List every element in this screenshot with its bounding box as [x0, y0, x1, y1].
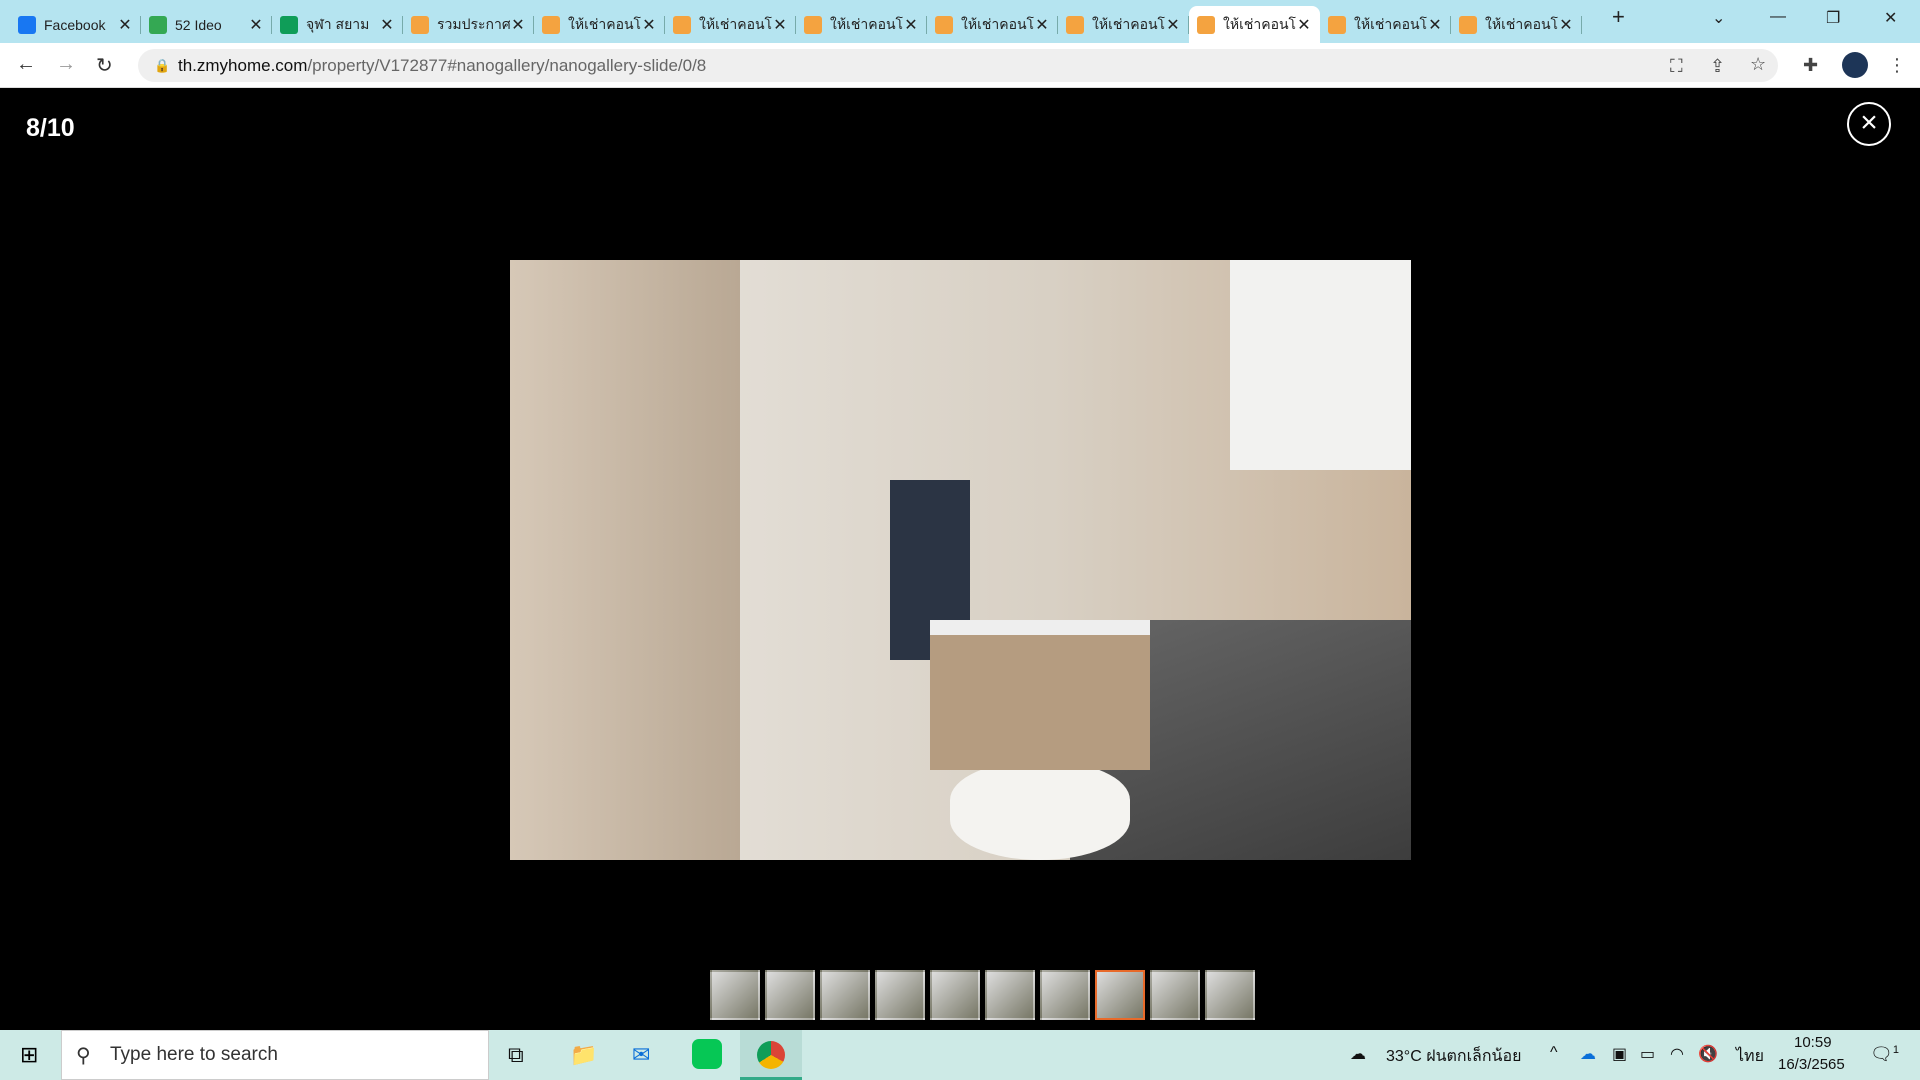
gallery-thumbnail[interactable]	[820, 970, 870, 1020]
counter-desk	[930, 620, 1150, 770]
browser-tab[interactable]: ให้เช่าคอนโด✕	[1058, 6, 1189, 43]
door	[510, 260, 740, 860]
zmyhome-icon	[804, 15, 822, 34]
show-hidden-icons-chevron[interactable]: ^	[1550, 1044, 1558, 1062]
browser-tab[interactable]: ให้เช่าคอนโด✕	[1451, 6, 1582, 43]
battery-icon[interactable]: ▭	[1640, 1044, 1655, 1064]
google-sheets-icon	[280, 15, 298, 34]
new-tab-button[interactable]: +	[1612, 4, 1625, 30]
gallery-thumbnail[interactable]	[1095, 970, 1145, 1020]
clock-time[interactable]: 10:59	[1794, 1034, 1832, 1051]
coffee-table	[950, 760, 1130, 860]
gallery-thumbnail[interactable]	[875, 970, 925, 1020]
zmyhome-icon	[1197, 15, 1215, 34]
google-drive-icon	[149, 15, 167, 34]
zmyhome-icon	[1459, 15, 1477, 34]
notifications-icon[interactable]: 🗨1	[1870, 1044, 1899, 1065]
windows-start-icon[interactable]: ⊞	[20, 1042, 38, 1068]
restore-button[interactable]: ❐	[1826, 8, 1840, 28]
close-gallery-button[interactable]: ×	[1847, 102, 1891, 146]
browser-tab[interactable]: รวมประกาศ ✕	[403, 6, 534, 43]
facebook-icon	[18, 15, 36, 34]
close-window-button[interactable]: ✕	[1884, 8, 1897, 28]
menu-icon[interactable]: ⋮	[1888, 55, 1906, 76]
back-button[interactable]: ←	[16, 53, 36, 76]
weather-icon[interactable]: ☁	[1350, 1044, 1366, 1064]
zmyhome-icon	[411, 15, 429, 34]
browser-tab[interactable]: ให้เช่าคอนโด✕	[665, 6, 796, 43]
gallery-photo[interactable]	[510, 260, 1411, 860]
lock-icon: 🔒	[154, 57, 171, 73]
close-tab-icon[interactable]: ✕	[1165, 15, 1181, 35]
browser-tab[interactable]: จุฬา สยาม ✕	[272, 6, 403, 43]
slide-counter: 8/10	[26, 114, 75, 142]
chrome-taskbar-icon[interactable]	[740, 1030, 802, 1080]
zmyhome-icon	[1328, 15, 1346, 34]
close-tab-icon[interactable]: ✕	[1558, 15, 1574, 35]
ceiling-fixture	[1230, 260, 1411, 470]
taskbar-search[interactable]: ⚲ Type here to search	[61, 1030, 489, 1080]
close-tab-icon[interactable]: ✕	[641, 15, 657, 35]
browser-tab[interactable]: ให้เช่าคอนโด✕	[796, 6, 927, 43]
zmyhome-icon	[935, 15, 953, 34]
gallery-thumbnail[interactable]	[985, 970, 1035, 1020]
browser-tab[interactable]: Facebook ✕	[10, 6, 141, 43]
wifi-icon[interactable]: ◠	[1670, 1044, 1684, 1064]
line-app-icon[interactable]	[692, 1039, 722, 1069]
url-bar[interactable]: 🔒 th.zmyhome.com/property/V172877#nanoga…	[138, 49, 1778, 82]
mail-icon[interactable]: ✉	[632, 1042, 650, 1068]
gallery-thumbnail[interactable]	[1150, 970, 1200, 1020]
close-tab-icon[interactable]: ✕	[117, 15, 133, 35]
minimize-button[interactable]: —	[1770, 8, 1786, 26]
address-toolbar: ← → ↻ 🔒 th.zmyhome.com/property/V172877#…	[0, 43, 1920, 88]
gallery-thumbnail[interactable]	[1040, 970, 1090, 1020]
browser-tab[interactable]: 52 Ideo ✕	[141, 6, 272, 43]
extensions-icon[interactable]: ✚	[1803, 55, 1818, 76]
close-tab-icon[interactable]: ✕	[1034, 15, 1050, 35]
forward-button[interactable]: →	[56, 53, 76, 76]
zmyhome-icon	[1066, 15, 1084, 34]
tab-strip: Facebook ✕ 52 Ideo ✕ จุฬา สยาม ✕ รวมประกาศ ✕ ให้…	[0, 0, 1920, 43]
close-tab-icon[interactable]: ✕	[379, 15, 395, 35]
clock-date[interactable]: 16/3/2565	[1778, 1056, 1845, 1073]
search-icon: ⚲	[76, 1044, 91, 1067]
gallery-thumbnail[interactable]	[930, 970, 980, 1020]
close-tab-icon[interactable]: ✕	[903, 15, 919, 35]
close-tab-icon[interactable]: ✕	[248, 15, 264, 35]
reload-button[interactable]: ↻	[96, 53, 113, 78]
gallery-thumbnail[interactable]	[1205, 970, 1255, 1020]
browser-tab[interactable]: ให้เช่าคอนโด✕	[1320, 6, 1451, 43]
share-icon[interactable]: ⇪	[1710, 56, 1725, 77]
taskbar: ⊞ ⚲ Type here to search ⧉ 📁 ✉ ☁ 33°C ฝนต…	[0, 1030, 1920, 1080]
bookmark-star-icon[interactable]: ☆	[1750, 54, 1766, 75]
close-tab-icon[interactable]: ✕	[772, 15, 788, 35]
profile-avatar[interactable]	[1842, 52, 1868, 78]
close-tab-icon[interactable]: ✕	[1427, 15, 1443, 35]
zmyhome-icon	[673, 15, 691, 34]
browser-tab[interactable]: ให้เช่าคอนโด✕	[927, 6, 1058, 43]
onedrive-icon[interactable]: ☁	[1580, 1044, 1596, 1064]
gallery-thumbnail[interactable]	[765, 970, 815, 1020]
close-tab-icon[interactable]: ✕	[1296, 15, 1312, 35]
translate-icon[interactable]: ⛶	[1670, 56, 1683, 77]
tab-search-icon[interactable]: ⌄	[1712, 8, 1725, 28]
weather-text[interactable]: 33°C ฝนตกเล็กน้อย	[1386, 1044, 1521, 1069]
speaker-muted-icon[interactable]: 🔇	[1698, 1044, 1718, 1064]
browser-tab[interactable]: ให้เช่าคอนโด✕	[1189, 6, 1320, 43]
browser-tab[interactable]: ให้เช่าคอนโด✕	[534, 6, 665, 43]
thumbnail-strip	[710, 970, 1255, 1020]
task-view-icon[interactable]: ⧉	[508, 1042, 524, 1068]
gallery-thumbnail[interactable]	[710, 970, 760, 1020]
language-indicator[interactable]: ไทย	[1736, 1044, 1764, 1069]
close-tab-icon[interactable]: ✕	[510, 15, 526, 35]
zmyhome-icon	[542, 15, 560, 34]
file-explorer-icon[interactable]: 📁	[570, 1042, 597, 1068]
meet-now-icon[interactable]: ▣	[1612, 1044, 1627, 1064]
tab-divider	[1581, 16, 1582, 34]
